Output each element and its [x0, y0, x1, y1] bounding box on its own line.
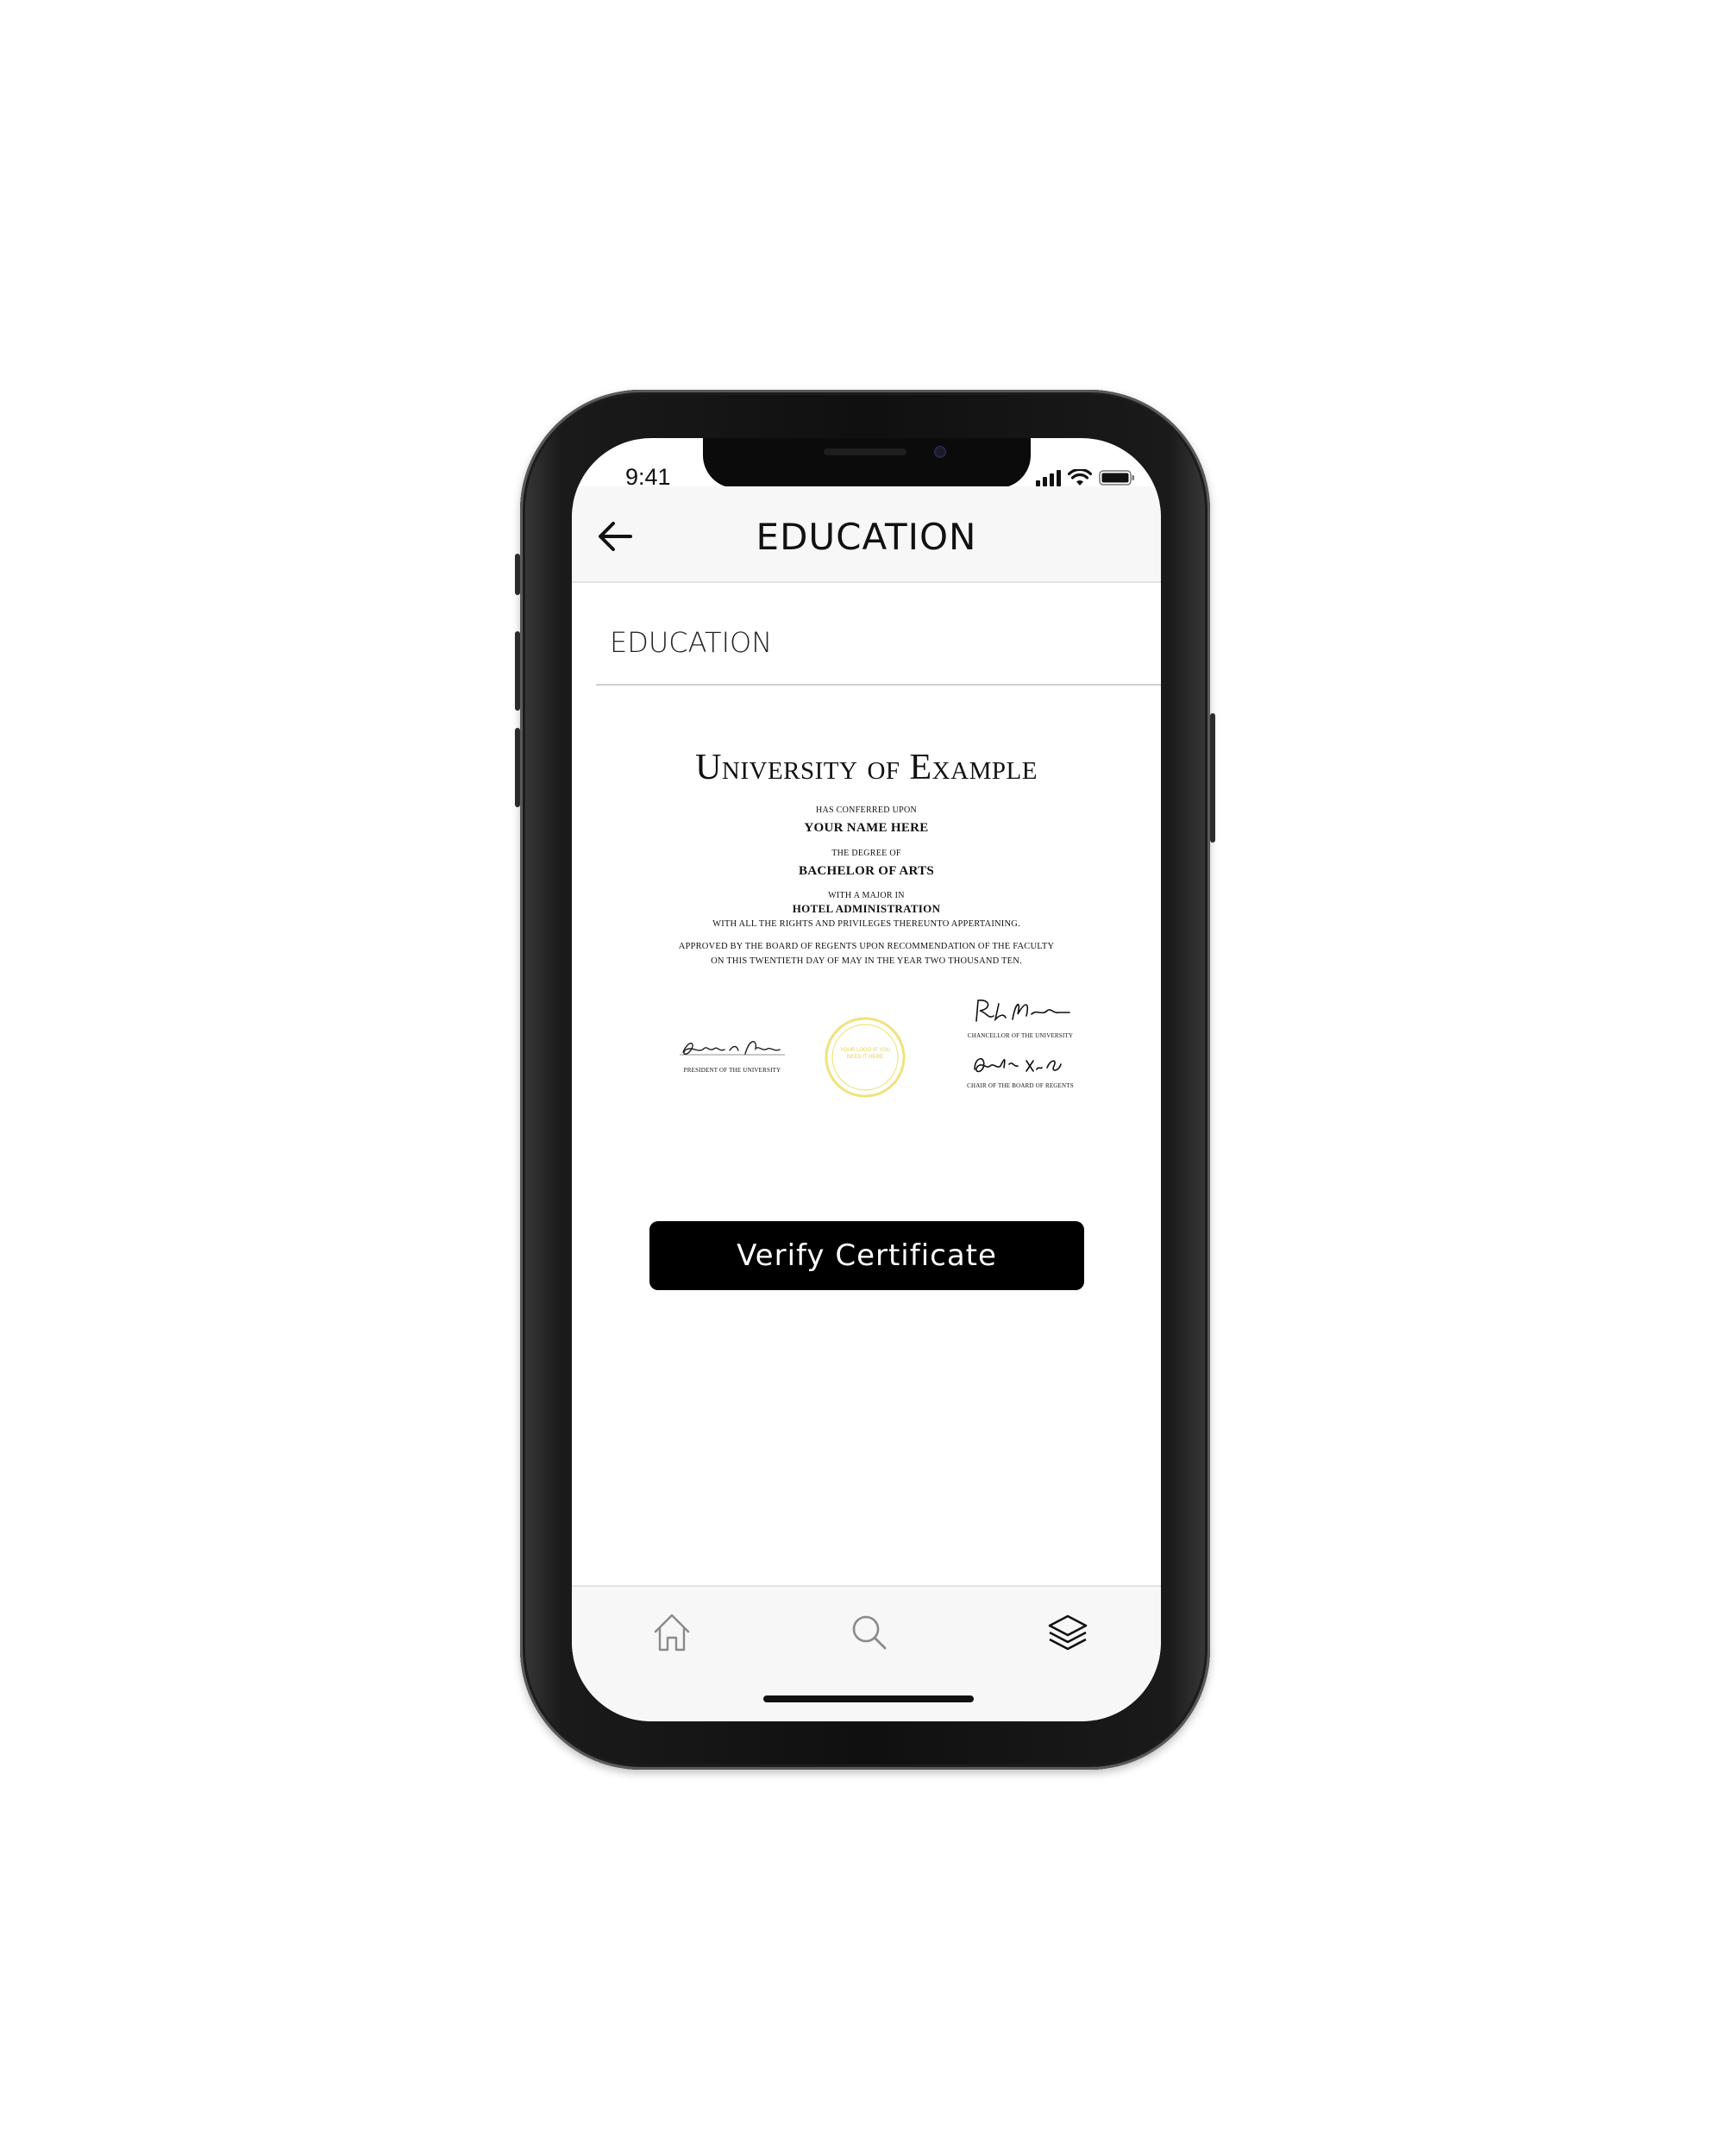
section-divider — [596, 684, 1161, 686]
cellular-signal-icon — [1036, 469, 1061, 486]
signature-chair: CHAIR OF THE BOARD OF REGENTS — [960, 1049, 1081, 1089]
certificate-major-intro: WITH A MAJOR IN — [828, 891, 905, 900]
certificate-major: HOTEL ADMINISTRATION — [792, 902, 941, 915]
certificate-approved-line-1: APPROVED BY THE BOARD OF REGENTS UPON RE… — [678, 942, 1055, 951]
wifi-icon — [1068, 469, 1092, 486]
phone-frame: 9:41 EDUCATION EDUCATION University of E… — [515, 390, 1215, 1770]
section-title: EDUCATION — [610, 626, 773, 659]
certificate-conferred: HAS CONFERRED UPON — [815, 805, 918, 815]
verify-certificate-button[interactable]: Verify Certificate — [649, 1221, 1084, 1290]
home-indicator[interactable] — [763, 1695, 974, 1702]
battery-icon — [1099, 470, 1134, 486]
handwritten-signature — [974, 1057, 1062, 1073]
status-icons — [1036, 467, 1135, 486]
certificate-degree-intro: THE DEGREE OF — [831, 849, 901, 858]
page-title: EDUCATION — [756, 516, 977, 558]
signature-president: PRESIDENT OF THE UNIVERSITY — [672, 1033, 793, 1074]
certificate-degree: BACHELOR OF ARTS — [798, 864, 935, 878]
front-camera — [934, 446, 946, 458]
seal-text-line-2: NEED IT HERE — [847, 1055, 883, 1060]
handwritten-signature — [975, 1000, 1070, 1022]
tab-search[interactable] — [846, 1609, 893, 1656]
silent-switch — [515, 554, 520, 595]
screen: 9:41 EDUCATION EDUCATION University of E… — [572, 438, 1161, 1721]
certificate-name: YOUR NAME HERE — [804, 821, 929, 835]
earpiece-speaker — [824, 448, 906, 455]
nav-header: EDUCATION — [572, 486, 1161, 583]
handwritten-signature — [680, 1041, 785, 1056]
certificate-university: University of Example — [695, 748, 1038, 787]
power-button — [1210, 713, 1215, 843]
volume-up-button — [515, 631, 520, 711]
tab-layers[interactable] — [1044, 1609, 1091, 1656]
tab-home[interactable] — [649, 1609, 695, 1656]
seal-text-line-1: YOUR LOGO IF YOU — [840, 1048, 890, 1053]
home-icon — [654, 1614, 690, 1651]
signature-chancellor: CHANCELLOR OF THE UNIVERSITY — [960, 995, 1081, 1039]
signature-caption-chair: CHAIR OF THE BOARD OF REGENTS — [967, 1082, 1074, 1089]
signature-caption-president: PRESIDENT OF THE UNIVERSITY — [683, 1067, 781, 1074]
layers-icon — [1048, 1614, 1088, 1651]
certificate[interactable]: University of Example HAS CONFERRED UPON… — [572, 731, 1161, 1119]
certificate-rights: WITH ALL THE RIGHTS AND PRIVILEGES THERE… — [712, 919, 1020, 929]
tab-bar — [572, 1585, 1161, 1721]
volume-down-button — [515, 728, 520, 807]
notch — [703, 438, 1031, 488]
university-seal: YOUR LOGO IF YOU NEED IT HERE — [824, 1016, 906, 1099]
certificate-approved-line-2: ON THIS TWENTIETH DAY OF MAY IN THE YEAR… — [711, 956, 1022, 966]
signature-caption-chancellor: CHANCELLOR OF THE UNIVERSITY — [967, 1032, 1074, 1039]
seal-text: YOUR LOGO IF YOU NEED IT HERE — [824, 1047, 906, 1061]
search-icon — [852, 1615, 887, 1650]
